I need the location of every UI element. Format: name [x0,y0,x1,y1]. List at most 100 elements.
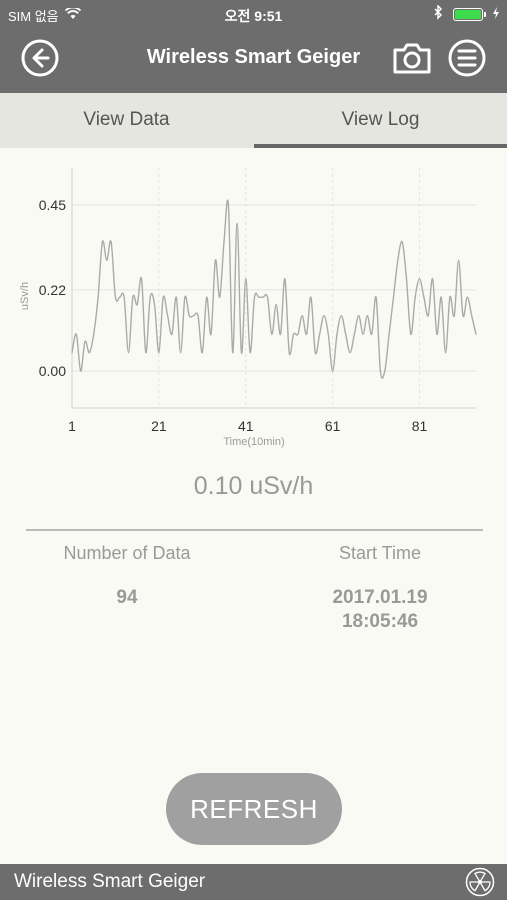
data-point [306,333,308,335]
data-point [358,315,360,317]
data-point [123,296,125,298]
y-tick-label: 0.45 [39,197,66,213]
refresh-button[interactable]: REFRESH [166,773,342,845]
data-point [162,296,164,298]
data-point [119,296,121,298]
data-point [327,333,329,335]
bluetooth-icon [433,4,443,23]
data-point [362,333,364,335]
data-point [410,333,412,335]
tab-view-log[interactable]: View Log [254,93,507,148]
status-time: 오전 9:51 [224,8,283,24]
data-point [240,352,242,354]
series-line [71,199,477,379]
data-point [353,333,355,335]
data-point [114,296,116,298]
battery-icon [453,7,486,21]
data-count-label: Number of Data [63,543,191,563]
x-tick-label: 81 [412,418,428,434]
data-point [271,333,273,335]
divider [26,529,483,531]
data-point [97,296,99,298]
data-point [245,278,247,280]
data-point [158,352,160,354]
data-point [332,370,334,372]
data-point [101,241,103,243]
data-point [453,315,455,317]
data-point [71,352,73,354]
data-point [93,333,95,335]
data-point [110,241,112,243]
data-point [106,259,108,261]
camera-button[interactable] [391,38,431,78]
data-point [132,296,134,298]
data-point [145,352,147,354]
start-time-label: Start Time [338,543,422,563]
data-point [436,333,438,335]
footer-title: Wireless Smart Geiger [14,871,206,892]
data-point [136,304,138,306]
data-point [284,278,286,280]
data-point [140,278,143,280]
data-point [236,222,238,224]
data-point [392,296,395,298]
data-point [319,333,321,335]
data-point [227,204,229,206]
x-tick-label: 61 [325,418,341,434]
x-axis-label: Time(10min) [223,436,284,448]
data-point [201,352,203,354]
data-point [427,315,429,317]
data-point [75,333,77,335]
data-point [253,296,256,298]
data-point [84,340,86,343]
data-point [210,333,212,335]
data-count-value: 94 [116,587,138,608]
data-point [188,315,190,317]
tab-view-data[interactable]: View Data [0,93,253,148]
data-point [184,296,186,298]
data-point [167,315,169,317]
data-point [206,296,208,298]
data-point [405,278,408,280]
data-point [349,352,351,354]
data-point [214,259,216,261]
y-axis-label: uSv/h [19,282,31,310]
data-point [180,352,182,354]
current-value: 0.10 uSv/h [193,472,314,500]
nav-bar: Wireless Smart Geiger [0,28,507,93]
data-point [388,333,390,335]
data-point [423,296,425,298]
x-tick-label: 41 [238,418,254,434]
data-point [288,352,290,354]
data-point [366,315,368,317]
menu-button[interactable] [447,38,487,78]
data-point [275,304,277,306]
data-point [397,259,399,261]
data-point [371,333,373,335]
data-point [149,296,151,298]
charging-icon [493,6,499,22]
start-time-value: 2017.01.19 18:05:46 [280,586,480,634]
data-point [197,315,199,317]
data-point [340,315,342,317]
data-point [466,296,468,298]
data-point [458,259,460,261]
status-right [433,4,499,23]
data-point [153,304,156,306]
data-point [219,296,221,298]
data-point [171,333,173,335]
data-point [175,296,177,298]
data-point [345,333,347,335]
y-tick-label: 0.22 [39,282,66,298]
data-point [384,370,386,372]
start-date: 2017.01.19 [332,587,428,608]
data-point [266,296,269,298]
data-point [80,370,82,372]
data-point [418,278,421,280]
data-point [440,296,442,298]
x-tick-label: 1 [68,418,76,434]
data-point [262,296,264,298]
data-point [314,352,316,354]
radiation-log-chart: 0.00 0.22 0.45 1 21 41 61 81 Time(10min) uSv/h [19,168,477,448]
data-point [297,333,299,335]
